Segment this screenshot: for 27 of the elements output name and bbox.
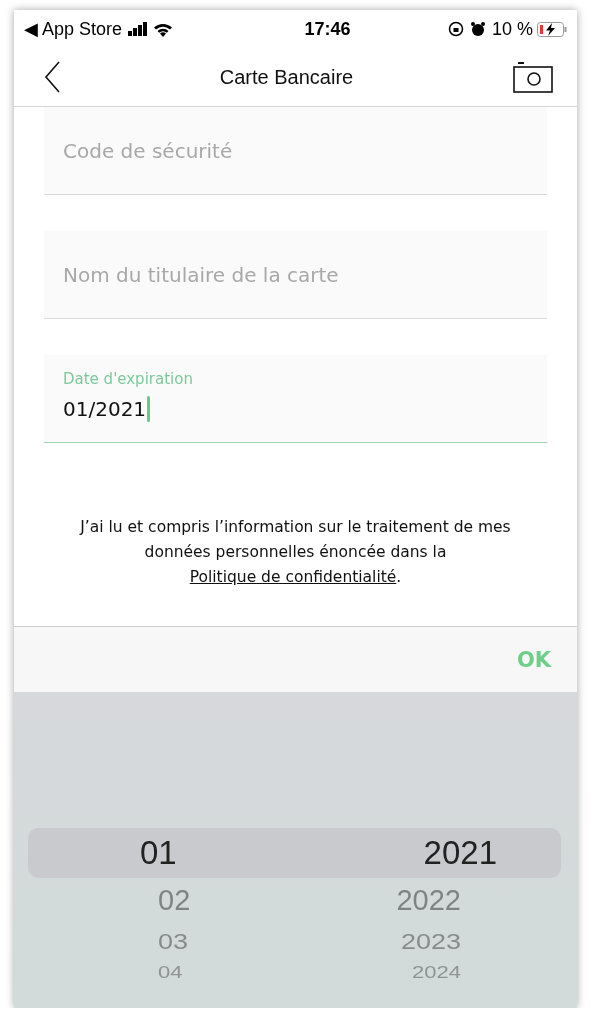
wifi-icon xyxy=(153,21,174,37)
alarm-icon xyxy=(469,21,486,37)
rotation-lock-icon xyxy=(447,21,464,37)
screen-title: Carte Bancaire xyxy=(219,65,354,89)
input-field[interactable]: Code de sécurité xyxy=(44,107,547,195)
input-field[interactable]: Nom du titulaire de la carte xyxy=(44,231,547,319)
picker-item[interactable]: 2022 xyxy=(396,878,461,922)
camera-icon[interactable] xyxy=(513,61,553,93)
consent-text: J’ai lu et compris l’information sur le traitement de mes données personnelles énoncée dans la Politique de confidentialité. xyxy=(78,517,512,588)
picker-item[interactable]: 2024 xyxy=(412,963,461,983)
signal-icon xyxy=(128,22,149,36)
battery-charging-icon xyxy=(537,21,567,37)
picker-item[interactable]: 2023 xyxy=(400,924,461,958)
back-icon[interactable] xyxy=(44,61,60,93)
picker-item[interactable]: 03 xyxy=(158,924,189,958)
picker-item[interactable]: 01 xyxy=(140,828,177,878)
ok-button[interactable]: OK xyxy=(516,647,551,672)
picker-item[interactable]: 04 xyxy=(158,963,183,983)
clock-time: 17:46 xyxy=(303,18,351,40)
text-cursor xyxy=(147,395,151,422)
back-to-app-label[interactable]: ◀ App Store xyxy=(24,18,123,40)
picker-item[interactable]: 2021 xyxy=(423,828,497,878)
privacy-policy-link[interactable]: Politique de confidentialité xyxy=(189,568,397,586)
picker-item[interactable]: 02 xyxy=(158,878,191,922)
date-picker[interactable]: 01 02 03 04 2021 2022 2023 2024 xyxy=(14,692,577,1008)
battery-percent: 10 % xyxy=(491,18,533,40)
input-field[interactable]: Date d'expiration 01/2021 xyxy=(44,355,547,443)
